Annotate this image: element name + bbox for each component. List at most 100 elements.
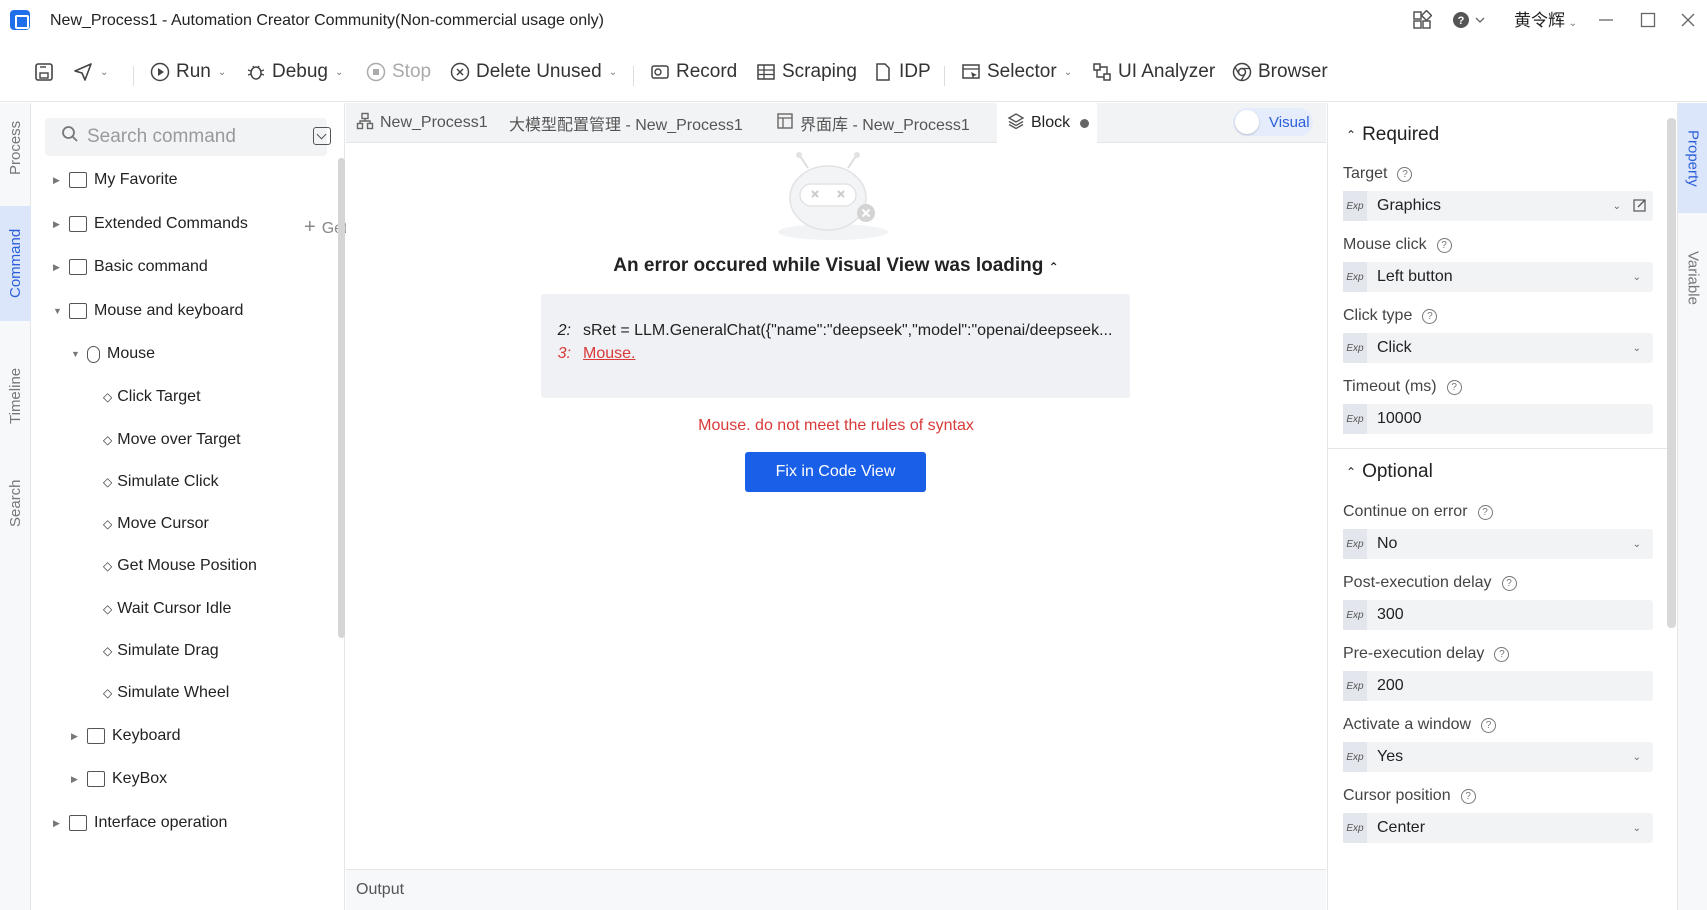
continue-on-error-select[interactable]: Exp No ⌄: [1343, 529, 1653, 559]
save-button[interactable]: [34, 58, 54, 86]
mouse-click-select[interactable]: Exp Left button ⌄: [1343, 262, 1653, 292]
selector-button[interactable]: Selector ⌄: [961, 58, 1072, 86]
exp-toggle[interactable]: Exp: [1343, 529, 1367, 559]
cursor-position-select[interactable]: Exp Center ⌄: [1343, 813, 1653, 843]
play-icon: [150, 62, 170, 82]
tab-variable[interactable]: Variable: [1678, 223, 1707, 333]
edit-icon[interactable]: [1633, 198, 1647, 217]
line-number: 3:: [557, 345, 571, 362]
tree-item-move-over-target[interactable]: ◇ Move over Target: [103, 426, 241, 454]
chevron-down-icon: ⌄: [1632, 822, 1641, 834]
tab-property[interactable]: Property: [1678, 103, 1707, 213]
exp-toggle[interactable]: Exp: [1343, 191, 1367, 221]
exp-toggle[interactable]: Exp: [1343, 813, 1367, 843]
tree-item-mouse-and-keyboard[interactable]: ▼ Mouse and keyboard: [53, 297, 243, 325]
pre-delay-value: 200: [1377, 677, 1404, 694]
tree-label: Basic command: [94, 258, 208, 275]
delete-unused-button[interactable]: Delete Unused ⌄: [450, 58, 617, 86]
tab-llm-config[interactable]: 大模型配置管理 - New_Process1: [509, 103, 743, 143]
debug-button[interactable]: Debug ⌄: [246, 58, 343, 86]
stop-label: Stop: [392, 61, 432, 82]
tree-item-my-favorite[interactable]: ▶ My Favorite: [53, 166, 178, 194]
timeout-field[interactable]: Exp 10000: [1343, 404, 1653, 434]
right-side-tabs: Property Variable: [1677, 103, 1707, 910]
layout-icon[interactable]: [1412, 9, 1433, 32]
analyzer-icon: [1092, 62, 1112, 82]
delete-unused-label: Delete Unused: [476, 61, 602, 82]
tree-item-move-cursor[interactable]: ◇ Move Cursor: [103, 510, 209, 538]
tree-item-extended-commands[interactable]: ▶ Extended Commands: [53, 210, 248, 238]
close-button[interactable]: [1680, 10, 1696, 32]
exp-toggle[interactable]: Exp: [1343, 671, 1367, 701]
collapse-all-icon[interactable]: [313, 127, 331, 145]
tree-item-keyboard[interactable]: ▶ Keyboard: [71, 722, 181, 750]
error-title[interactable]: An error occured while Visual View was l…: [346, 255, 1326, 277]
browser-button[interactable]: Browser: [1232, 58, 1328, 86]
error-code-box: 2: sRet = LLM.GeneralChat({"name":"deeps…: [541, 294, 1130, 398]
caret-down-icon: ▼: [71, 349, 80, 359]
maximize-button[interactable]: [1640, 10, 1656, 32]
command-panel-scrollbar[interactable]: [338, 158, 345, 638]
tab-block[interactable]: Block: [997, 103, 1097, 143]
search-input[interactable]: [87, 126, 307, 148]
post-delay-field[interactable]: Exp 300: [1343, 600, 1653, 630]
activate-window-select[interactable]: Exp Yes ⌄: [1343, 742, 1653, 772]
user-menu[interactable]: 黄令辉 ⌄: [1514, 10, 1577, 32]
tree-item-basic-command[interactable]: ▶ Basic command: [53, 253, 208, 281]
scraping-label: Scraping: [782, 61, 857, 82]
chevron-up-icon: ⌃: [1346, 128, 1357, 142]
unsaved-dot-icon: [1080, 118, 1090, 128]
tree-label: Move over Target: [117, 431, 241, 448]
search-box[interactable]: [45, 118, 327, 156]
scraping-button[interactable]: Scraping: [756, 58, 857, 86]
tab-search[interactable]: Search: [0, 453, 31, 553]
exp-toggle[interactable]: Exp: [1343, 262, 1367, 292]
keyboard-icon: [87, 728, 105, 744]
tab-process[interactable]: Process: [0, 103, 31, 193]
property-panel-scrollbar[interactable]: [1667, 118, 1676, 628]
ui-analyzer-button[interactable]: UI Analyzer: [1092, 58, 1215, 86]
exp-toggle[interactable]: Exp: [1343, 742, 1367, 772]
search-icon: [61, 125, 79, 149]
chevron-down-icon: ⌄: [100, 66, 109, 78]
browser-icon: [1232, 62, 1252, 82]
tab-new-process1[interactable]: New_Process1: [356, 103, 488, 143]
tab-command[interactable]: Command: [0, 206, 31, 321]
idp-button[interactable]: IDP: [873, 58, 931, 86]
required-section-header[interactable]: ⌃ Required: [1346, 124, 1439, 146]
exp-toggle[interactable]: Exp: [1343, 404, 1367, 434]
tree-item-get-mouse-position[interactable]: ◇ Get Mouse Position: [103, 552, 257, 580]
exp-toggle[interactable]: Exp: [1343, 600, 1367, 630]
tree-item-simulate-click[interactable]: ◇ Simulate Click: [103, 468, 219, 496]
output-panel-header[interactable]: Output: [346, 869, 1326, 910]
visual-toggle[interactable]: Visual: [1233, 108, 1313, 136]
stop-button[interactable]: Stop: [366, 58, 431, 86]
tree-item-simulate-drag[interactable]: ◇ Simulate Drag: [103, 637, 219, 665]
pre-delay-field[interactable]: Exp 200: [1343, 671, 1653, 701]
tree-label: Interface operation: [94, 814, 228, 831]
exp-toggle[interactable]: Exp: [1343, 333, 1367, 363]
click-type-select[interactable]: Exp Click ⌄: [1343, 333, 1653, 363]
tab-ui-library[interactable]: 界面库 - New_Process1: [776, 103, 970, 143]
line-code: sRet = LLM.GeneralChat({"name":"deepseek…: [583, 322, 1113, 339]
tree-item-wait-cursor-idle[interactable]: ◇ Wait Cursor Idle: [103, 595, 231, 623]
fix-in-code-view-button[interactable]: Fix in Code View: [745, 452, 926, 492]
record-button[interactable]: Record: [650, 58, 737, 86]
run-button[interactable]: Run ⌄: [150, 58, 226, 86]
publish-button[interactable]: ⌄: [73, 58, 108, 86]
code-line-error[interactable]: 3: Mouse.: [555, 345, 636, 363]
chevron-down-icon: ⌄: [217, 66, 227, 78]
browser-label: Browser: [1258, 61, 1328, 82]
tree-item-interface-operation[interactable]: ▶ Interface operation: [53, 809, 227, 837]
optional-section-header[interactable]: ⌃ Optional: [1346, 461, 1433, 483]
target-value: Graphics: [1377, 197, 1442, 214]
help-icon[interactable]: ?: [1452, 10, 1488, 32]
tree-item-mouse[interactable]: ▼ Mouse: [71, 340, 155, 368]
tree-item-simulate-wheel[interactable]: ◇ Simulate Wheel: [103, 679, 229, 707]
tree-item-click-target[interactable]: ◇ Click Target: [103, 383, 201, 411]
target-field[interactable]: Exp Graphics ⌄: [1343, 191, 1653, 221]
prop-label-cursor-position: Cursor position?: [1343, 787, 1476, 805]
tree-item-keybox[interactable]: ▶ KeyBox: [71, 765, 167, 793]
minimize-button[interactable]: [1598, 10, 1614, 32]
tab-timeline[interactable]: Timeline: [0, 343, 31, 448]
